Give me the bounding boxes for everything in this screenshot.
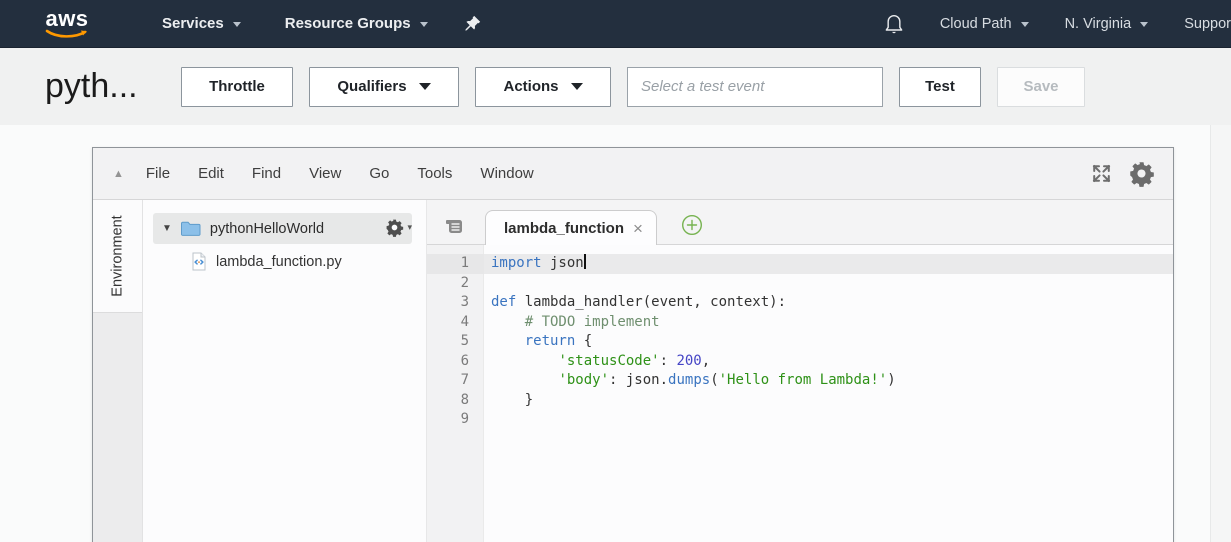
tree-file-label: lambda_function.py bbox=[216, 253, 342, 270]
menu-item-file[interactable]: File bbox=[146, 165, 170, 182]
pushpin-icon bbox=[464, 15, 480, 31]
menu-item-edit[interactable]: Edit bbox=[198, 165, 224, 182]
code-line-8[interactable]: 8 } bbox=[427, 391, 1173, 411]
code-text[interactable] bbox=[484, 274, 1173, 294]
bell-icon bbox=[885, 14, 903, 33]
code-text[interactable]: 'statusCode': 200, bbox=[484, 352, 1173, 372]
code-line-6[interactable]: 6 'statusCode': 200, bbox=[427, 352, 1173, 372]
chevron-down-icon bbox=[1020, 22, 1029, 27]
tab-list-button[interactable] bbox=[437, 209, 471, 243]
nav-account-menu[interactable]: Cloud Path bbox=[940, 16, 1029, 32]
folder-icon bbox=[180, 221, 201, 236]
tab-label: lambda_function bbox=[504, 219, 625, 237]
environment-tab-label: Environment bbox=[109, 215, 126, 297]
code-area[interactable]: 1 import json 2 3 def lambda_handler(event, … bbox=[427, 245, 1173, 542]
nav-support-menu[interactable]: Support bbox=[1184, 16, 1231, 32]
code-line-9[interactable]: 9 bbox=[427, 410, 1173, 430]
function-header: pyth... Throttle Qualifiers Actions Sele… bbox=[0, 48, 1231, 125]
nav-services[interactable]: Services bbox=[162, 15, 241, 32]
chevron-down-icon bbox=[419, 22, 428, 27]
close-tab-icon[interactable]: × bbox=[633, 220, 643, 237]
editor-tabbar: lambda_function × bbox=[427, 200, 1173, 245]
disclosure-triangle-icon[interactable]: ▼ bbox=[162, 223, 172, 234]
collapse-panel-icon[interactable]: ▲ bbox=[113, 168, 124, 180]
test-event-placeholder: Select a test event bbox=[641, 78, 765, 95]
save-button[interactable]: Save bbox=[997, 66, 1085, 107]
chevron-down-icon bbox=[232, 22, 241, 27]
nav-resource-groups[interactable]: Resource Groups bbox=[285, 15, 428, 32]
gear-icon bbox=[387, 219, 404, 237]
line-number: 6 bbox=[460, 352, 469, 369]
code-line-7[interactable]: 7 'body': json.dumps('Hello from Lambda!… bbox=[427, 371, 1173, 391]
line-number: 2 bbox=[460, 274, 469, 291]
page-content: ▲ File Edit Find View Go Tools Window En… bbox=[0, 125, 1231, 542]
caret-down-icon: ▾ bbox=[407, 222, 412, 232]
caret-down-icon bbox=[570, 83, 583, 90]
fullscreen-icon[interactable] bbox=[1090, 162, 1113, 185]
code-text[interactable] bbox=[484, 410, 1173, 430]
python-file-icon bbox=[192, 252, 206, 271]
editor-menubar: ▲ File Edit Find View Go Tools Window bbox=[93, 148, 1173, 200]
code-line-2[interactable]: 2 bbox=[427, 274, 1173, 294]
nav-region-menu[interactable]: N. Virginia bbox=[1065, 16, 1149, 32]
text-caret bbox=[583, 254, 586, 269]
new-tab-button[interactable] bbox=[681, 214, 703, 236]
line-number: 7 bbox=[460, 372, 469, 388]
menu-item-go[interactable]: Go bbox=[369, 165, 389, 182]
code-line-5[interactable]: 5 return { bbox=[427, 332, 1173, 352]
aws-top-navbar: aws Services Resource Groups Cloud Path bbox=[0, 0, 1231, 48]
aws-logo-text: aws bbox=[45, 5, 89, 31]
menu-item-tools[interactable]: Tools bbox=[417, 165, 452, 182]
menu-item-view[interactable]: View bbox=[309, 165, 341, 182]
line-number: 1 bbox=[427, 254, 484, 274]
settings-gear-icon[interactable] bbox=[1128, 160, 1155, 187]
tree-file-row[interactable]: lambda_function.py bbox=[143, 247, 426, 276]
function-name-title: pyth... bbox=[45, 67, 138, 105]
code-line-4[interactable]: 4 # TODO implement bbox=[427, 313, 1173, 333]
line-number: 3 bbox=[460, 294, 469, 310]
line-number: 5 bbox=[460, 333, 469, 349]
code-line-3[interactable]: 3 def lambda_handler(event, context): bbox=[427, 293, 1173, 313]
throttle-button[interactable]: Throttle bbox=[181, 66, 293, 107]
page-scrollbar-track[interactable] bbox=[1210, 125, 1231, 542]
actions-dropdown-button[interactable]: Actions bbox=[475, 66, 611, 107]
line-number: 8 bbox=[460, 391, 469, 408]
tree-folder-label: pythonHelloWorld bbox=[209, 220, 325, 237]
tree-folder-row[interactable]: ▼ pythonHelloWorld bbox=[153, 213, 412, 244]
nav-pin-button[interactable] bbox=[464, 15, 481, 32]
nav-notifications[interactable] bbox=[884, 13, 904, 35]
menubar-icons bbox=[1090, 160, 1155, 187]
file-tree: ▼ pythonHelloWorld ▾ lambda_function.py bbox=[143, 200, 427, 542]
code-text[interactable]: def lambda_handler(event, context): bbox=[484, 293, 1173, 313]
menu-item-find[interactable]: Find bbox=[252, 165, 281, 182]
code-lines: 1 import json 2 3 def lambda_handler(event, … bbox=[427, 254, 1173, 430]
environment-strip: Environment bbox=[93, 200, 143, 542]
code-text[interactable]: 'body': json.dumps('Hello from Lambda!') bbox=[484, 371, 1173, 391]
menu-item-window[interactable]: Window bbox=[480, 165, 533, 182]
editor-pane: lambda_function × 1 import json 2 3 def lamb… bbox=[427, 200, 1173, 542]
ide-body: Environment ▼ pythonHelloWorld ▾ lambda_… bbox=[93, 200, 1173, 542]
code-text[interactable]: # TODO implement bbox=[484, 313, 1173, 333]
code-text[interactable]: import json bbox=[484, 254, 1173, 274]
aws-logo[interactable]: aws bbox=[42, 5, 92, 39]
tree-settings-button[interactable]: ▾ bbox=[385, 218, 412, 237]
qualifiers-dropdown-button[interactable]: Qualifiers bbox=[309, 66, 459, 107]
plus-circle-icon bbox=[681, 214, 702, 236]
chevron-down-icon bbox=[1140, 22, 1149, 27]
code-editor-panel: ▲ File Edit Find View Go Tools Window En… bbox=[92, 147, 1174, 542]
test-event-select[interactable]: Select a test event bbox=[627, 66, 883, 107]
code-text[interactable]: } bbox=[484, 391, 1173, 411]
environment-tab[interactable]: Environment bbox=[93, 200, 142, 313]
menubar-items: File Edit Find View Go Tools Window bbox=[146, 165, 562, 182]
line-number: 9 bbox=[460, 411, 469, 427]
nav-right-group: Cloud Path N. Virginia Support bbox=[884, 13, 1231, 35]
code-text[interactable]: return { bbox=[484, 332, 1173, 352]
tab-lambda-function[interactable]: lambda_function × bbox=[485, 210, 657, 245]
test-button[interactable]: Test bbox=[899, 66, 981, 107]
code-line-1[interactable]: 1 import json bbox=[427, 254, 1173, 274]
line-number: 4 bbox=[460, 313, 469, 330]
caret-down-icon bbox=[418, 83, 431, 90]
tab-list-icon bbox=[445, 219, 462, 233]
